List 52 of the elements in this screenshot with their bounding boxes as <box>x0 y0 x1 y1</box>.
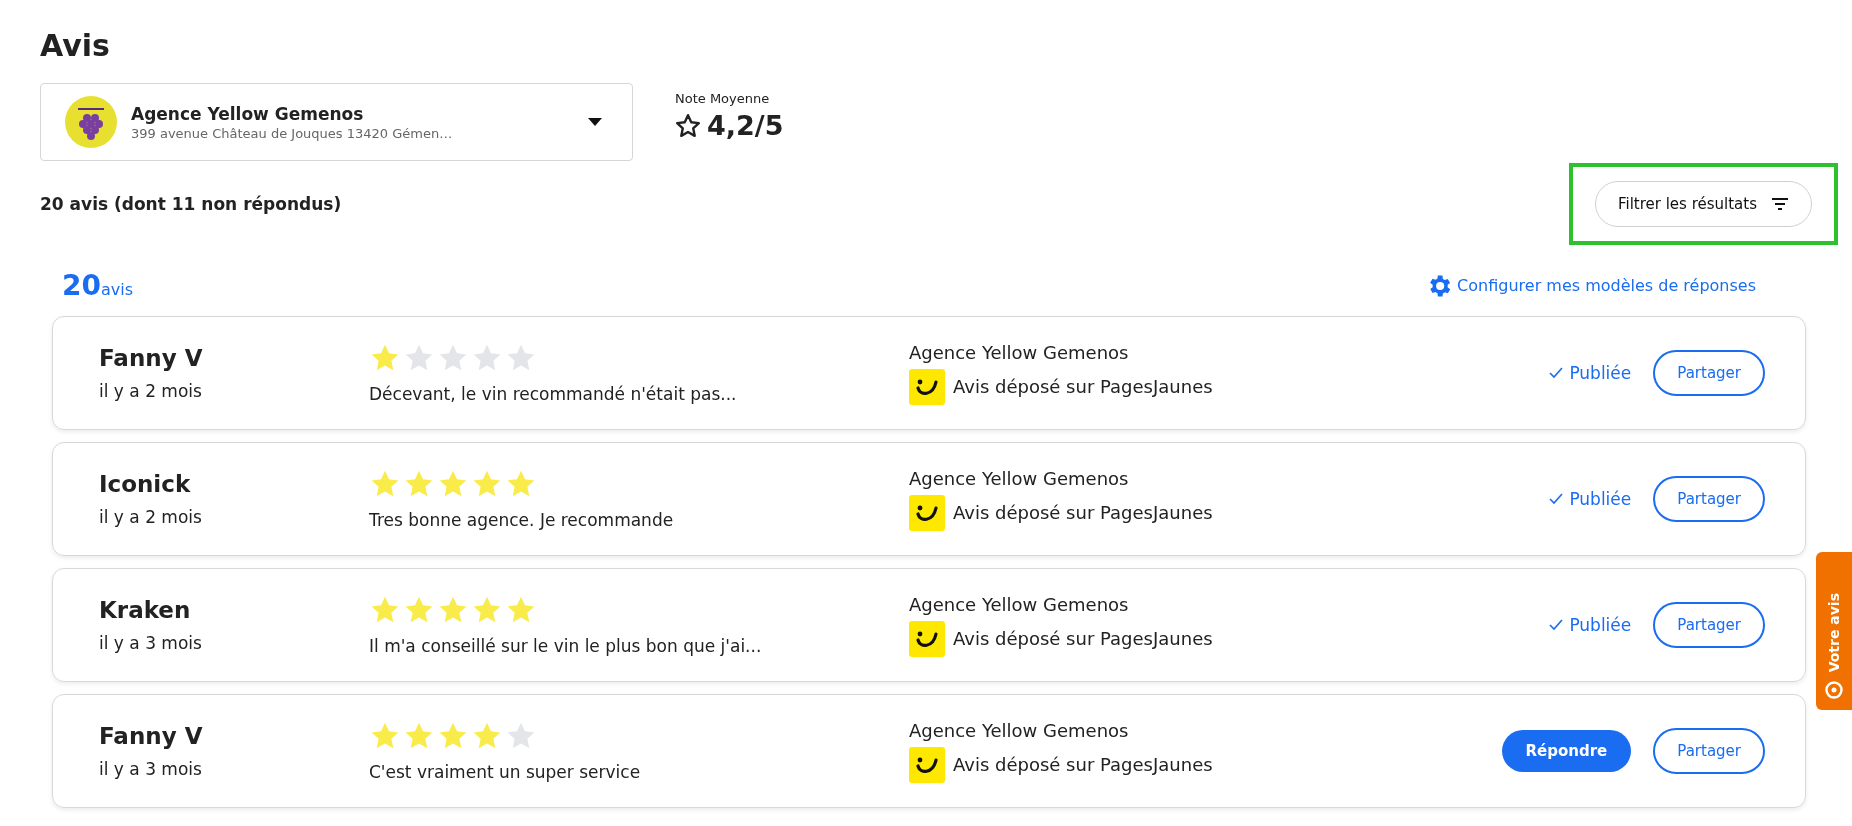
grape-logo-icon <box>65 96 117 148</box>
check-icon <box>1549 493 1564 505</box>
review-date: il y a 3 mois <box>99 759 203 779</box>
author-name: Iconick <box>99 471 192 497</box>
average-rating: 4,2/5 <box>707 110 784 141</box>
count-unit: avis <box>100 280 134 299</box>
status-label: Publiée <box>1569 615 1632 635</box>
agency-name: Agence Yellow Gemenos <box>909 341 1130 363</box>
location-address: 399 avenue Château de Jouques 13420 Gémen… <box>131 125 454 141</box>
review-count: 20 <box>62 269 101 302</box>
status-label: Publiée <box>1569 363 1632 383</box>
templates-link[interactable]: Configurer mes modèles de réponses <box>1425 271 1756 300</box>
caret-icon <box>588 118 602 126</box>
author-name: Fanny V <box>99 723 204 749</box>
review-excerpt: Tres bonne agence. Je recommande <box>369 510 675 530</box>
location-name: Agence Yellow Gemenos <box>131 103 365 124</box>
smiley-icon <box>909 494 945 531</box>
check-icon <box>1549 367 1564 379</box>
review-excerpt: Il m'a conseillé sur le vin le plus bon que j'ai... <box>369 636 763 656</box>
location-selector[interactable]: Agence Yellow Gemenos 399 avenue Château de Jouques 13420 Gémen… <box>40 83 633 161</box>
review-excerpt: Décevant, le vin recommandé n'était pas... <box>369 384 738 404</box>
share-button[interactable]: Partager <box>1653 476 1765 522</box>
share-button[interactable]: Partager <box>1653 728 1765 774</box>
smiley-icon <box>909 620 945 657</box>
review-source: Avis déposé sur PagesJaunes <box>953 502 1213 523</box>
review-source: Avis déposé sur PagesJaunes <box>953 628 1213 649</box>
review-source: Avis déposé sur PagesJaunes <box>953 754 1213 775</box>
chat-icon <box>1824 680 1844 700</box>
average-label: Note Moyenne <box>675 91 771 106</box>
status-label: Publiée <box>1569 489 1632 509</box>
review-excerpt: C'est vraiment un super service <box>369 762 642 782</box>
filter-button[interactable]: Filtrer les résultats <box>1594 181 1812 227</box>
star-icon <box>675 112 701 139</box>
page-title: Avis <box>40 28 111 63</box>
review-date: il y a 2 mois <box>99 507 203 527</box>
smiley-icon <box>909 368 945 405</box>
smiley-icon <box>909 746 945 783</box>
agency-name: Agence Yellow Gemenos <box>909 593 1130 615</box>
author-name: Fanny V <box>99 345 204 371</box>
feedback-tab[interactable]: Votre avis <box>1816 552 1852 710</box>
author-name: Kraken <box>99 597 192 623</box>
share-button[interactable]: Partager <box>1653 350 1765 396</box>
check-icon <box>1549 619 1564 631</box>
review-date: il y a 3 mois <box>99 633 203 653</box>
agency-name: Agence Yellow Gemenos <box>909 719 1130 741</box>
reply-button[interactable]: Répondre <box>1501 730 1632 772</box>
agency-name: Agence Yellow Gemenos <box>909 467 1130 489</box>
review-summary: 20 avis (dont 11 non répondus) <box>40 194 342 214</box>
review-date: il y a 2 mois <box>99 381 203 401</box>
filter-icon <box>1771 197 1789 211</box>
review-source: Avis déposé sur PagesJaunes <box>953 376 1213 397</box>
share-button[interactable]: Partager <box>1653 602 1765 648</box>
